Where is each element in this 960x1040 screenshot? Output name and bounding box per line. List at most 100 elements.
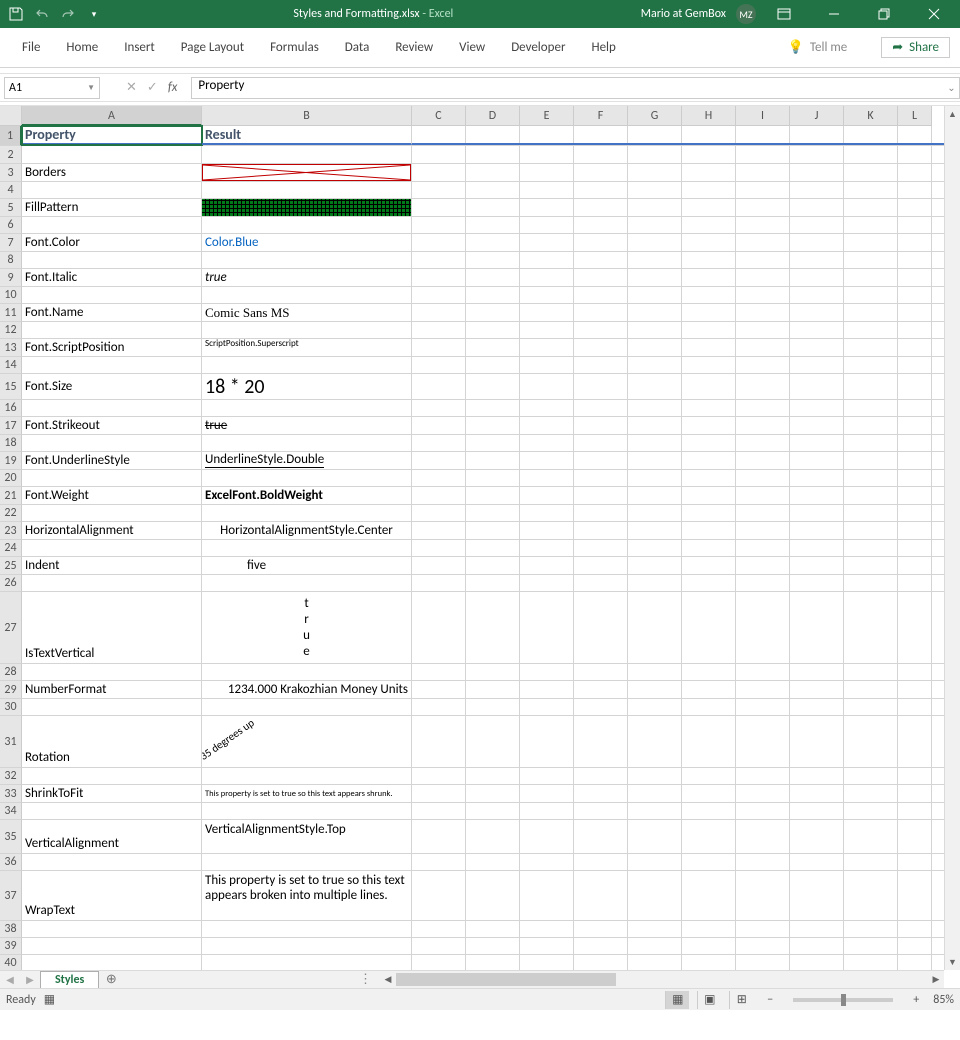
view-page-layout-icon[interactable]: ▣ [697, 991, 721, 1009]
cell[interactable] [520, 699, 574, 715]
cell[interactable] [844, 164, 898, 181]
cell[interactable] [412, 252, 466, 268]
cell[interactable] [844, 768, 898, 784]
cell[interactable] [628, 522, 682, 539]
ribbon-display-icon[interactable] [762, 0, 806, 28]
row-header[interactable]: 32 [0, 768, 22, 785]
cell[interactable] [520, 505, 574, 521]
cell[interactable] [412, 785, 466, 802]
cell[interactable] [844, 803, 898, 819]
cell[interactable] [844, 522, 898, 539]
cell[interactable] [574, 854, 628, 870]
cell[interactable] [898, 487, 932, 504]
cell[interactable] [736, 199, 790, 216]
cell[interactable] [628, 146, 682, 163]
cell[interactable] [790, 699, 844, 715]
cell[interactable] [844, 557, 898, 574]
cell[interactable] [736, 287, 790, 303]
cell[interactable] [736, 339, 790, 356]
cell[interactable] [844, 357, 898, 373]
cell[interactable] [736, 575, 790, 591]
cell[interactable] [682, 699, 736, 715]
cell[interactable] [22, 357, 202, 373]
cell[interactable] [898, 803, 932, 819]
cell[interactable] [574, 269, 628, 286]
cell[interactable] [736, 955, 790, 971]
cell[interactable] [844, 921, 898, 937]
cell[interactable] [466, 417, 520, 434]
cell[interactable]: HorizontalAlignment [22, 522, 202, 539]
cell[interactable] [466, 182, 520, 198]
cell[interactable] [736, 452, 790, 469]
cell[interactable] [790, 768, 844, 784]
row-header[interactable]: 20 [0, 470, 22, 487]
cell[interactable] [412, 304, 466, 321]
tab-pagelayout[interactable]: Page Layout [169, 28, 256, 68]
col-header-i[interactable]: I [736, 106, 790, 126]
cell[interactable] [682, 487, 736, 504]
cell[interactable] [844, 234, 898, 251]
cell[interactable] [574, 664, 628, 680]
cell[interactable] [844, 417, 898, 434]
cell[interactable] [466, 505, 520, 521]
spreadsheet-grid[interactable]: A B C D E F G H I J K L 1234567891011121… [0, 106, 960, 988]
cell[interactable] [520, 820, 574, 853]
cell[interactable] [466, 522, 520, 539]
cell[interactable] [520, 575, 574, 591]
cell[interactable] [790, 664, 844, 680]
cell[interactable] [520, 182, 574, 198]
cell[interactable] [736, 592, 790, 663]
close-button[interactable] [912, 0, 956, 28]
cell[interactable] [202, 540, 412, 556]
cell[interactable] [628, 339, 682, 356]
cell[interactable] [682, 146, 736, 163]
cell[interactable] [682, 252, 736, 268]
cell[interactable] [412, 681, 466, 698]
cell[interactable] [574, 435, 628, 451]
cell[interactable] [898, 400, 932, 416]
user-avatar[interactable]: MZ [736, 4, 756, 24]
cell[interactable] [412, 921, 466, 937]
cell[interactable] [574, 540, 628, 556]
cell[interactable] [22, 287, 202, 303]
cell[interactable] [202, 322, 412, 338]
cell[interactable] [574, 470, 628, 486]
cancel-icon[interactable]: ✕ [126, 80, 137, 95]
cell[interactable] [466, 681, 520, 698]
cell[interactable] [682, 854, 736, 870]
cell[interactable] [412, 182, 466, 198]
row-header[interactable]: 33 [0, 785, 22, 803]
cell[interactable] [736, 234, 790, 251]
cell[interactable]: NumberFormat [22, 681, 202, 698]
cell[interactable] [736, 557, 790, 574]
tab-nav-next-icon[interactable]: ▶ [20, 973, 40, 986]
cell[interactable] [412, 540, 466, 556]
cell[interactable] [898, 287, 932, 303]
cell[interactable] [898, 182, 932, 198]
col-header-l[interactable]: L [898, 106, 932, 126]
cell[interactable] [790, 716, 844, 767]
scroll-right-icon[interactable]: ▶ [928, 971, 944, 988]
cell[interactable] [466, 820, 520, 853]
cell[interactable] [412, 664, 466, 680]
zoom-level[interactable]: 85% [933, 993, 954, 1007]
cell[interactable] [412, 716, 466, 767]
cell[interactable] [736, 374, 790, 399]
cell[interactable] [898, 938, 932, 954]
cell[interactable] [412, 470, 466, 486]
cell[interactable] [898, 699, 932, 715]
cell[interactable]: WrapText [22, 871, 202, 920]
cell[interactable]: ScriptPosition.Superscript [202, 339, 412, 356]
cell[interactable] [790, 871, 844, 920]
cell[interactable] [520, 785, 574, 802]
cell[interactable] [682, 505, 736, 521]
cell[interactable]: true [202, 592, 412, 663]
cell[interactable]: This property is set to true so this tex… [202, 871, 412, 920]
tab-file[interactable]: File [10, 28, 52, 68]
cell[interactable]: HorizontalAlignmentStyle.Center [202, 522, 412, 539]
cell[interactable] [520, 199, 574, 216]
cell[interactable] [736, 146, 790, 163]
col-header-c[interactable]: C [412, 106, 466, 126]
cell[interactable] [22, 803, 202, 819]
cell[interactable] [736, 854, 790, 870]
